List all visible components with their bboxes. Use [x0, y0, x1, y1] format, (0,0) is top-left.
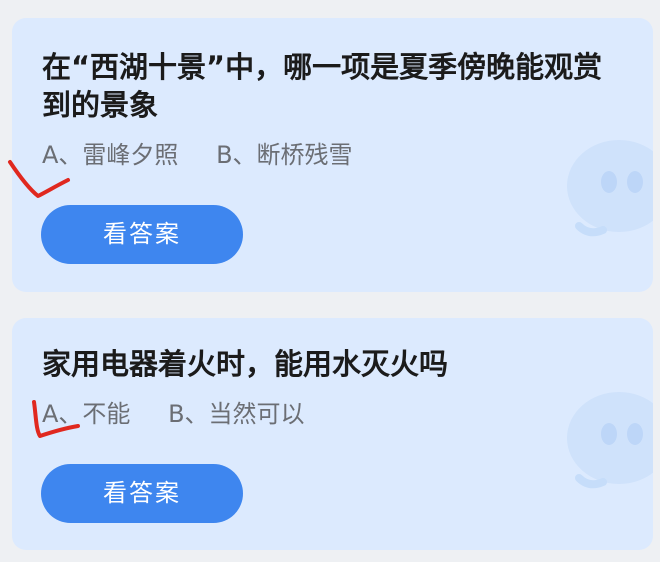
quiz-card-1: 在“西湖十景”中，哪一项是夏季傍晚能观赏到的景象 A、雷峰夕照 B、断桥残雪 看… [12, 18, 653, 292]
mascot-watermark-icon [567, 140, 653, 237]
question-text: 家用电器着火时，能用水灭火吗 [42, 347, 449, 381]
handwritten-check-icon [32, 400, 80, 438]
view-answer-button[interactable]: 看答案 [41, 205, 243, 264]
mascot-watermark-icon [567, 392, 653, 489]
handwritten-check-icon [8, 160, 70, 198]
option-b[interactable]: B、断桥残雪 [216, 141, 352, 169]
option-b[interactable]: B、当然可以 [168, 400, 304, 428]
quiz-card-2: 家用电器着火时，能用水灭火吗 A、不能 B、当然可以 看答案 [12, 318, 653, 550]
answer-options: A、雷峰夕照 B、断桥残雪 [42, 140, 353, 170]
question-text: 在“西湖十景”中，哪一项是夏季傍晚能观赏到的景象 [42, 50, 603, 122]
view-answer-button[interactable]: 看答案 [41, 464, 243, 523]
